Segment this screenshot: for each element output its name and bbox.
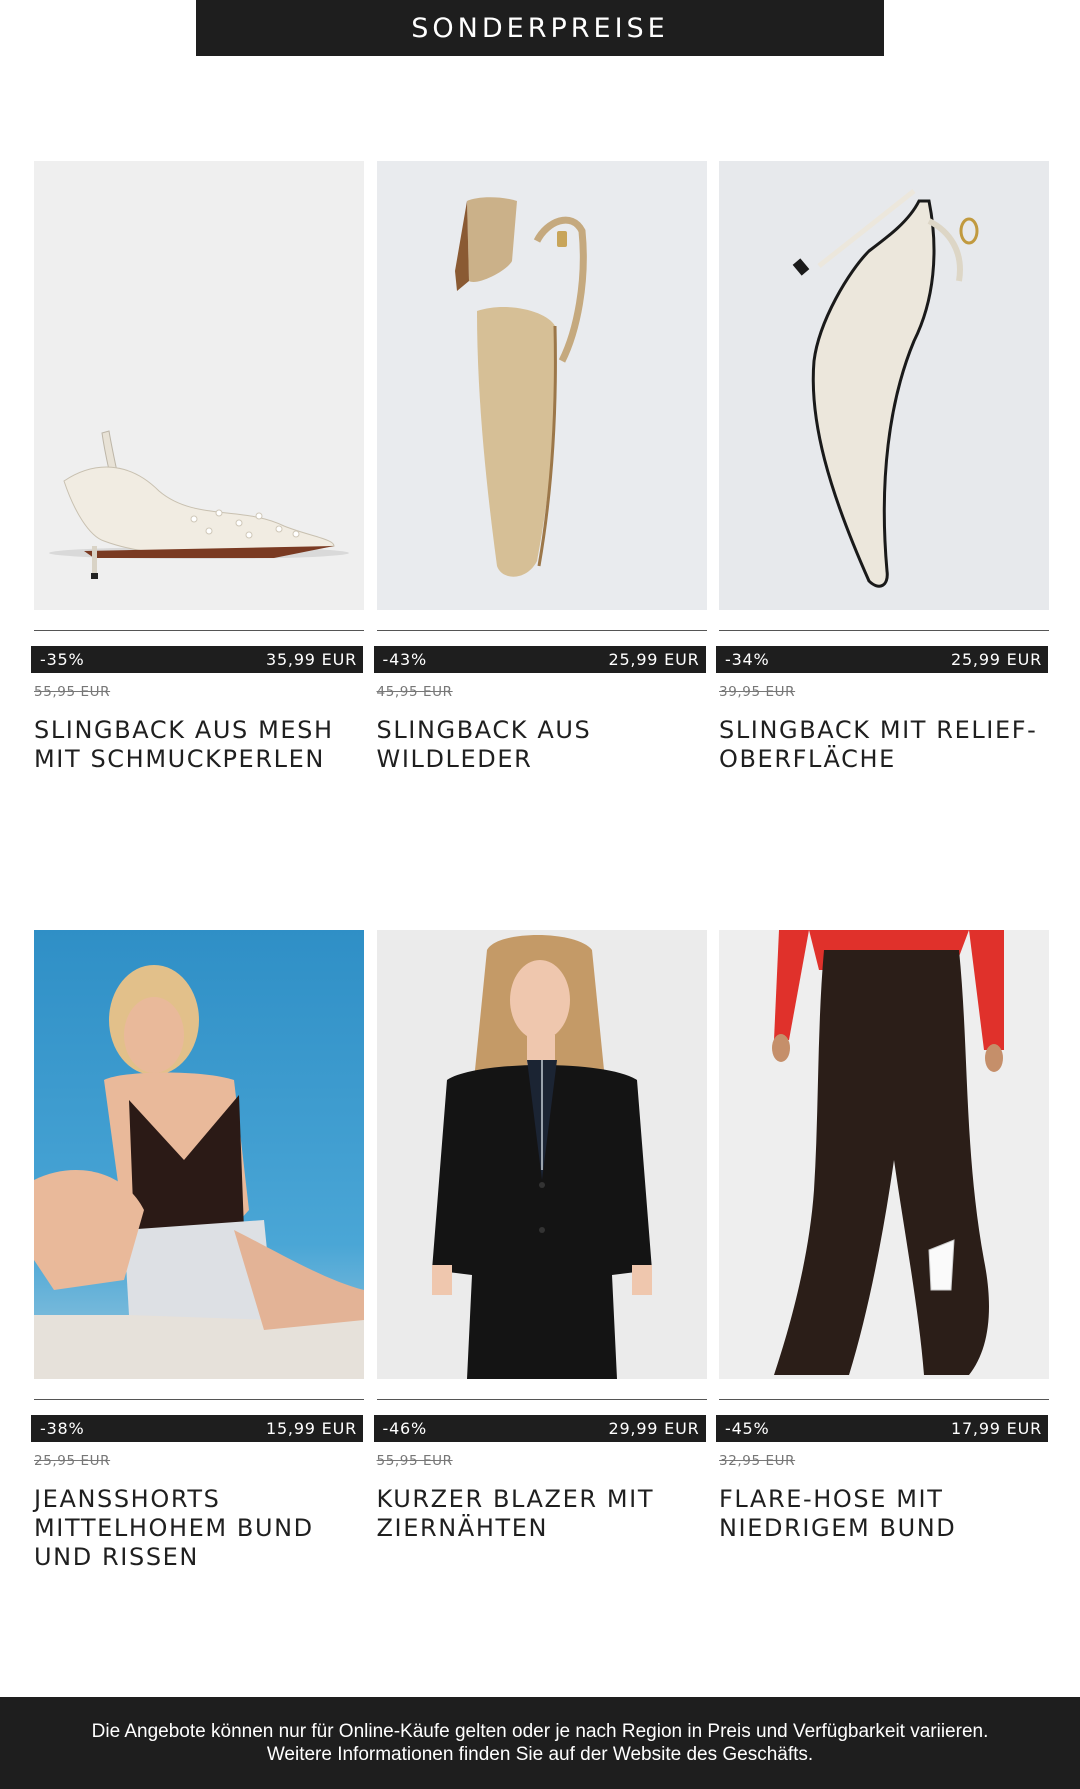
original-price: 32,95 EUR — [719, 1453, 796, 1469]
original-price: 55,95 EUR — [376, 1453, 453, 1469]
product-row-1: -35% 35,99 EUR 55,95 EUR SLINGBACK AUS M… — [31, 161, 1049, 774]
sale-price: 35,99 EUR — [265, 650, 357, 669]
sonderpreise-banner[interactable]: SONDERPREISE — [196, 0, 884, 56]
price-bar: -38% 15,99 EUR — [31, 1415, 363, 1442]
product-divider — [376, 1399, 707, 1400]
discount-badge: -35% — [40, 650, 85, 669]
disclaimer-line-2: Weitere Informationen finden Sie auf der… — [266, 1744, 814, 1765]
product-title[interactable]: JEANSSHORTS MITTELHOHEM BUND UND RISSEN — [34, 1485, 364, 1572]
sale-price: 15,99 EUR — [265, 1419, 357, 1438]
product-divider — [34, 630, 364, 631]
discount-badge: -38% — [40, 1419, 85, 1438]
product-title[interactable]: SLINGBACK AUS WILDLEDER — [377, 716, 707, 774]
product-image-relief-slingback[interactable] — [719, 161, 1049, 610]
product-divider — [34, 1399, 364, 1400]
product-image-blazer[interactable] — [376, 930, 707, 1379]
product-card-jeansshorts[interactable]: -38% 15,99 EUR 25,95 EUR JEANSSHORTS MIT… — [31, 930, 364, 1572]
product-card-suede-slingback[interactable]: -43% 25,99 EUR 45,95 EUR SLINGBACK AUS W… — [373, 161, 707, 774]
price-bar: -43% 25,99 EUR — [373, 646, 706, 673]
original-price: 25,95 EUR — [34, 1453, 111, 1469]
product-card-relief-slingback[interactable]: -34% 25,99 EUR 39,95 EUR SLINGBACK MIT R… — [716, 161, 1049, 774]
banner-title: SONDERPREISE — [411, 12, 669, 44]
original-price: 55,95 EUR — [34, 684, 111, 700]
disclaimer-footer: Die Angebote können nur für Online-Käufe… — [0, 1697, 1080, 1789]
original-price: 45,95 EUR — [376, 684, 453, 700]
product-image-flare-hose[interactable] — [719, 930, 1049, 1379]
sale-price: 25,99 EUR — [608, 650, 700, 669]
discount-badge: -34% — [725, 650, 770, 669]
product-card-blazer[interactable]: -46% 29,99 EUR 55,95 EUR KURZER BLAZER M… — [373, 930, 707, 1572]
discount-badge: -45% — [725, 1419, 770, 1438]
price-bar: -34% 25,99 EUR — [716, 646, 1048, 673]
original-price: 39,95 EUR — [719, 684, 796, 700]
product-card-pearl-slingback[interactable]: -35% 35,99 EUR 55,95 EUR SLINGBACK AUS M… — [31, 161, 364, 774]
product-title[interactable]: KURZER BLAZER MIT ZIERNÄHTEN — [377, 1485, 707, 1543]
product-card-flare-hose[interactable]: -45% 17,99 EUR 32,95 EUR FLARE-HOSE MIT … — [716, 930, 1049, 1572]
product-title[interactable]: FLARE-HOSE MIT NIEDRIGEM BUND — [719, 1485, 1049, 1543]
product-image-pearl-slingback[interactable] — [34, 161, 364, 610]
product-title[interactable]: SLINGBACK MIT RELIEF- OBERFLÄCHE — [719, 716, 1049, 774]
product-divider — [719, 630, 1049, 631]
price-bar: -46% 29,99 EUR — [373, 1415, 706, 1442]
product-image-jeansshorts[interactable] — [34, 930, 364, 1379]
price-bar: -35% 35,99 EUR — [31, 646, 363, 673]
sale-price: 29,99 EUR — [608, 1419, 700, 1438]
product-divider — [719, 1399, 1049, 1400]
discount-badge: -43% — [382, 650, 428, 669]
price-bar: -45% 17,99 EUR — [716, 1415, 1048, 1442]
sale-price: 25,99 EUR — [950, 650, 1042, 669]
product-row-2: -38% 15,99 EUR 25,95 EUR JEANSSHORTS MIT… — [31, 930, 1049, 1572]
product-image-suede-slingback[interactable] — [376, 161, 707, 610]
product-title[interactable]: SLINGBACK AUS MESH MIT SCHMUCKPERLEN — [34, 716, 364, 774]
disclaimer-line-1: Die Angebote können nur für Online-Käufe… — [91, 1721, 989, 1742]
discount-badge: -46% — [382, 1419, 428, 1438]
product-divider — [376, 630, 707, 631]
sale-price: 17,99 EUR — [950, 1419, 1042, 1438]
